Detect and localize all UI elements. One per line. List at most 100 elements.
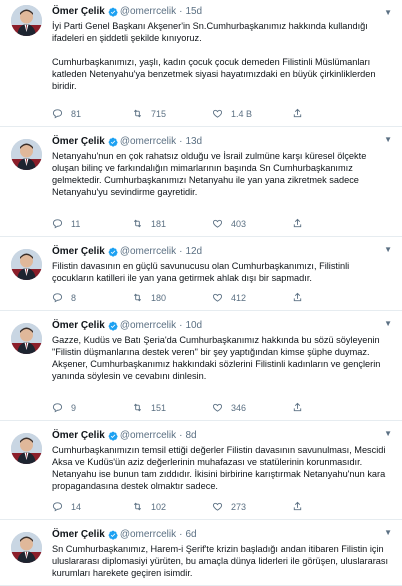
tweet-actions: 11 181 403 (52, 218, 392, 229)
reply-count: 8 (71, 292, 77, 303)
author-name[interactable]: Ömer Çelik (52, 319, 105, 332)
author-handle[interactable]: @omerrcelik (120, 319, 176, 332)
author-handle[interactable]: @omerrcelik (120, 5, 176, 18)
separator-dot: · (179, 320, 183, 331)
like-count: 1.4 B (231, 108, 253, 119)
reply-count: 9 (71, 402, 77, 413)
tweet-timestamp[interactable]: 13d (185, 135, 202, 148)
retweet-button[interactable]: 715 (132, 108, 212, 119)
share-button[interactable] (292, 501, 372, 512)
retweet-button[interactable]: 180 (132, 292, 212, 303)
author-handle[interactable]: @omerrcelik (120, 528, 176, 541)
tweet[interactable]: ▼ Ömer Çelik @omerrcelik · 13d Netanyahu… (0, 127, 402, 237)
tweet-actions: 8 180 412 (52, 292, 392, 303)
tweet-actions: 14 102 273 (52, 501, 392, 512)
reply-icon (52, 403, 63, 413)
like-count: 346 (231, 402, 247, 413)
reply-icon (52, 109, 63, 119)
avatar[interactable] (11, 249, 42, 280)
author-handle[interactable]: @omerrcelik (120, 245, 176, 258)
heart-icon (212, 293, 223, 302)
chevron-down-icon[interactable]: ▼ (384, 429, 392, 438)
share-icon (293, 501, 302, 511)
tweet-header: Ömer Çelik @omerrcelik · 10d (52, 319, 392, 332)
like-button[interactable]: 273 (212, 501, 292, 512)
author-name[interactable]: Ömer Çelik (52, 245, 105, 258)
like-button[interactable]: 1.4 B (212, 108, 292, 119)
heart-icon (212, 219, 223, 228)
author-name[interactable]: Ömer Çelik (52, 528, 105, 541)
share-button[interactable] (292, 402, 372, 413)
verified-badge-icon (108, 530, 118, 540)
retweet-button[interactable]: 102 (132, 501, 212, 512)
reply-count: 11 (71, 218, 81, 229)
share-icon (293, 292, 302, 302)
tweet[interactable]: ▼ Ömer Çelik @omerrcelik · 15d İyi Parti… (0, 0, 402, 127)
reply-button[interactable]: 14 (52, 501, 132, 512)
heart-icon (212, 403, 223, 412)
reply-button[interactable]: 8 (52, 292, 132, 303)
retweet-count: 181 (151, 218, 167, 229)
avatar[interactable] (11, 433, 42, 464)
retweet-button[interactable]: 181 (132, 218, 212, 229)
tweet-text: Filistin davasının en güçlü savunucusu o… (52, 261, 350, 283)
tweet[interactable]: ▼ Ömer Çelik @omerrcelik · 8d Cumhurbaşk… (0, 421, 402, 520)
tweet-timestamp[interactable]: 8d (185, 429, 196, 442)
chevron-down-icon[interactable]: ▼ (384, 245, 392, 254)
share-button[interactable] (292, 292, 372, 303)
retweet-button[interactable]: 151 (132, 402, 212, 413)
tweet[interactable]: ▼ Ömer Çelik @omerrcelik · 6d Sn Cumhurb… (0, 520, 402, 586)
retweet-icon (133, 219, 142, 228)
tweet-header: Ömer Çelik @omerrcelik · 15d (52, 5, 392, 18)
tweet-text: Cumhurbaşkanımızın temsil ettiği değerle… (52, 445, 386, 491)
tweet-header: Ömer Çelik @omerrcelik · 13d (52, 135, 392, 148)
separator-dot: · (179, 6, 183, 17)
tweet-timestamp[interactable]: 10d (185, 319, 202, 332)
share-icon (293, 218, 302, 228)
share-button[interactable] (292, 108, 372, 119)
author-name[interactable]: Ömer Çelik (52, 429, 105, 442)
share-icon (293, 108, 302, 118)
reply-button[interactable]: 11 (52, 218, 132, 229)
tweet[interactable]: ▼ Ömer Çelik @omerrcelik · 12d Filistin … (0, 237, 402, 311)
reply-button[interactable]: 9 (52, 402, 132, 413)
avatar[interactable] (11, 532, 42, 563)
author-name[interactable]: Ömer Çelik (52, 5, 105, 18)
avatar[interactable] (11, 139, 42, 170)
like-button[interactable]: 403 (212, 218, 292, 229)
tweet-text: İyi Parti Genel Başkanı Akşener'in Sn.Cu… (52, 21, 376, 91)
chevron-down-icon[interactable]: ▼ (384, 8, 392, 17)
tweet-timestamp[interactable]: 12d (185, 245, 202, 258)
separator-dot: · (179, 136, 183, 147)
retweet-count: 180 (151, 292, 167, 303)
chevron-down-icon[interactable]: ▼ (384, 528, 392, 537)
chevron-down-icon[interactable]: ▼ (384, 319, 392, 328)
reply-icon (52, 502, 63, 512)
reply-button[interactable]: 81 (52, 108, 132, 119)
verified-badge-icon (108, 7, 118, 17)
separator-dot: · (179, 529, 183, 540)
avatar[interactable] (11, 323, 42, 354)
tweet-header: Ömer Çelik @omerrcelik · 12d (52, 245, 392, 258)
chevron-down-icon[interactable]: ▼ (384, 135, 392, 144)
reply-icon (52, 293, 63, 303)
author-name[interactable]: Ömer Çelik (52, 135, 105, 148)
like-button[interactable]: 346 (212, 402, 292, 413)
tweet-text: Gazze, Kudüs ve Batı Şeria'da Cumhurbaşk… (52, 335, 381, 381)
heart-icon (212, 502, 223, 511)
tweet-text: Sn Cumhurbaşkanımız, Harem-i Şerif'te kr… (52, 544, 389, 578)
verified-badge-icon (108, 137, 118, 147)
tweet[interactable]: ▼ Ömer Çelik @omerrcelik · 10d Gazze, Ku… (0, 311, 402, 421)
tweet-timestamp[interactable]: 15d (185, 5, 202, 18)
like-button[interactable]: 412 (212, 292, 292, 303)
tweet-timestamp[interactable]: 6d (185, 528, 196, 541)
share-button[interactable] (292, 218, 372, 229)
like-count: 403 (231, 218, 247, 229)
author-handle[interactable]: @omerrcelik (120, 429, 176, 442)
avatar[interactable] (11, 5, 42, 36)
retweet-count: 715 (151, 108, 167, 119)
verified-badge-icon (108, 321, 118, 331)
verified-badge-icon (108, 431, 118, 441)
retweet-icon (133, 502, 142, 511)
author-handle[interactable]: @omerrcelik (120, 135, 176, 148)
